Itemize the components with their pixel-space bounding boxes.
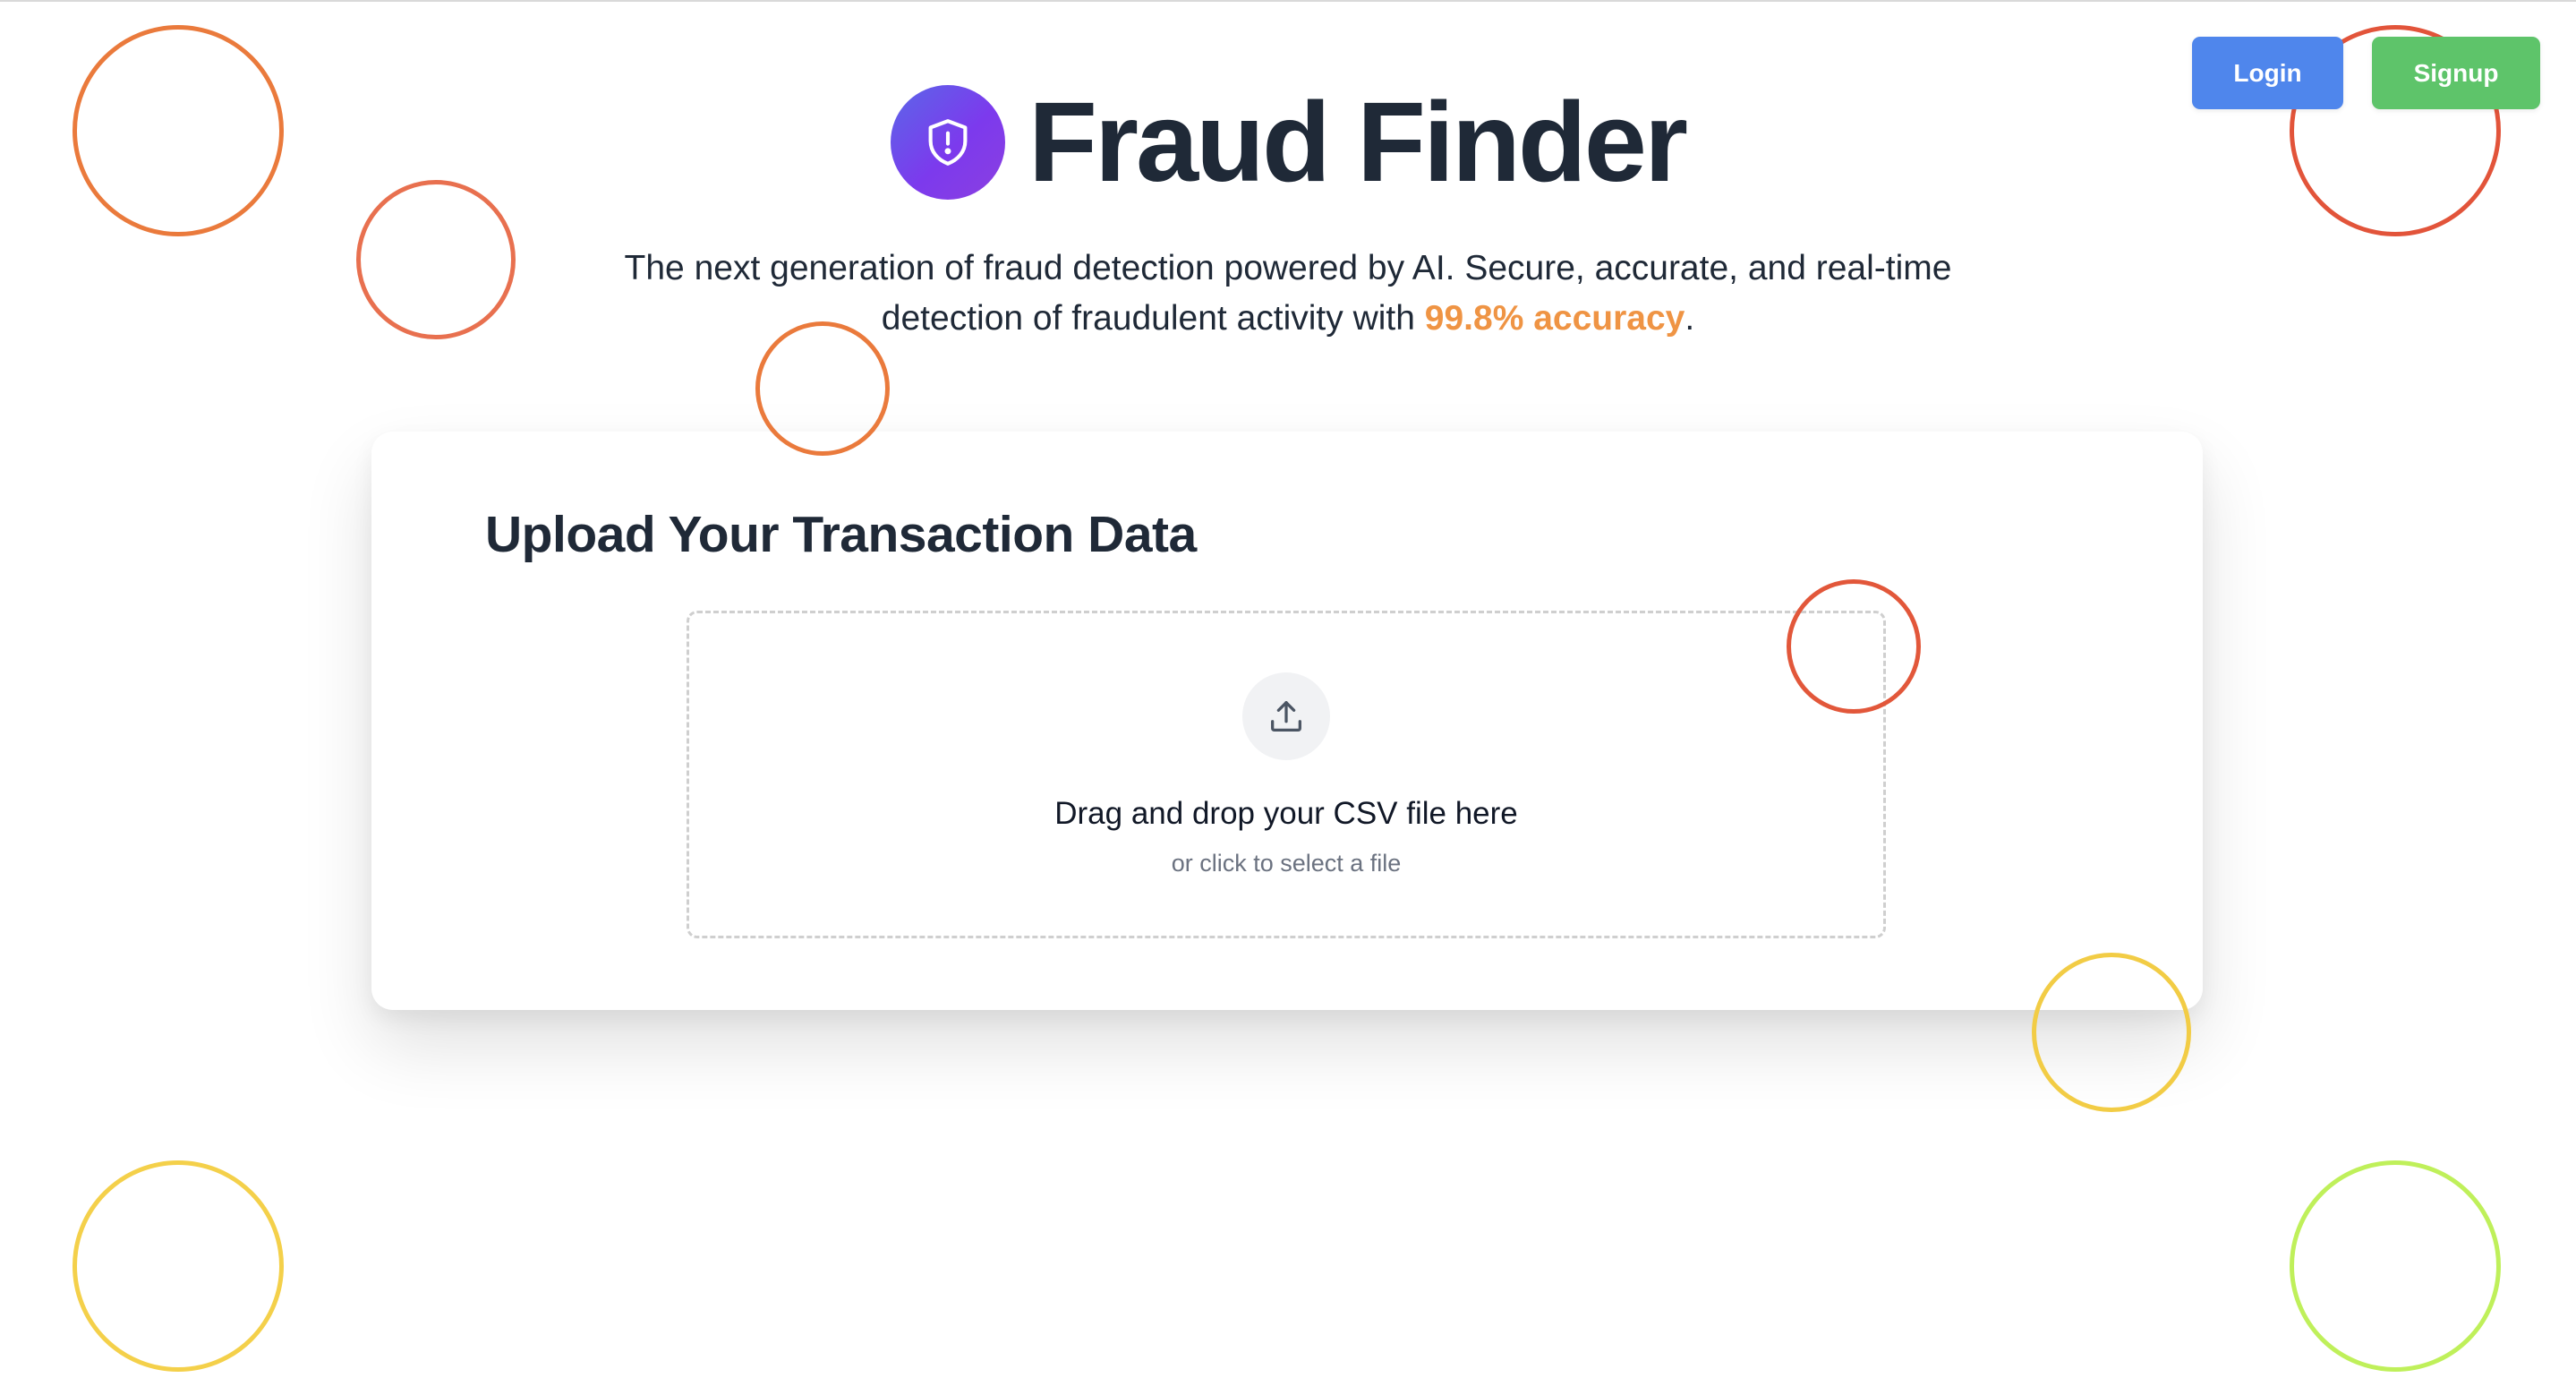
- upload-card-title: Upload Your Transaction Data: [485, 506, 1197, 563]
- shield-alert-icon: [928, 119, 968, 166]
- tagline-line-2-prefix: detection of fraudulent activity with: [881, 299, 1425, 338]
- upload-icon-container: [1242, 672, 1330, 760]
- top-divider: [0, 0, 2576, 2]
- upload-icon: [1271, 701, 1301, 732]
- page: Login Signup Fraud Finder The next gener…: [0, 0, 2576, 1395]
- app-title: Fraud Finder: [1028, 79, 1688, 205]
- dropzone-prompt: Drag and drop your CSV file here: [1054, 796, 1518, 831]
- login-button[interactable]: Login: [2192, 37, 2343, 109]
- file-dropzone[interactable]: Drag and drop your CSV file here or clic…: [687, 611, 1886, 938]
- accuracy-highlight: 99.8% accuracy: [1424, 299, 1685, 338]
- tagline-line-1: The next generation of fraud detection p…: [624, 249, 1952, 287]
- hero-tagline: The next generation of fraud detection p…: [537, 244, 2039, 344]
- dropzone-hint: or click to select a file: [1171, 850, 1402, 877]
- decorative-circle: [73, 1160, 284, 1372]
- app-header: Fraud Finder: [0, 85, 2576, 200]
- decorative-circle: [356, 180, 516, 339]
- decorative-circle: [2290, 1160, 2501, 1372]
- signup-button[interactable]: Signup: [2372, 37, 2540, 109]
- tagline-line-2-suffix: .: [1685, 299, 1695, 338]
- logo: [890, 85, 1005, 200]
- upload-card: Upload Your Transaction Data Drag and dr…: [371, 432, 2203, 1010]
